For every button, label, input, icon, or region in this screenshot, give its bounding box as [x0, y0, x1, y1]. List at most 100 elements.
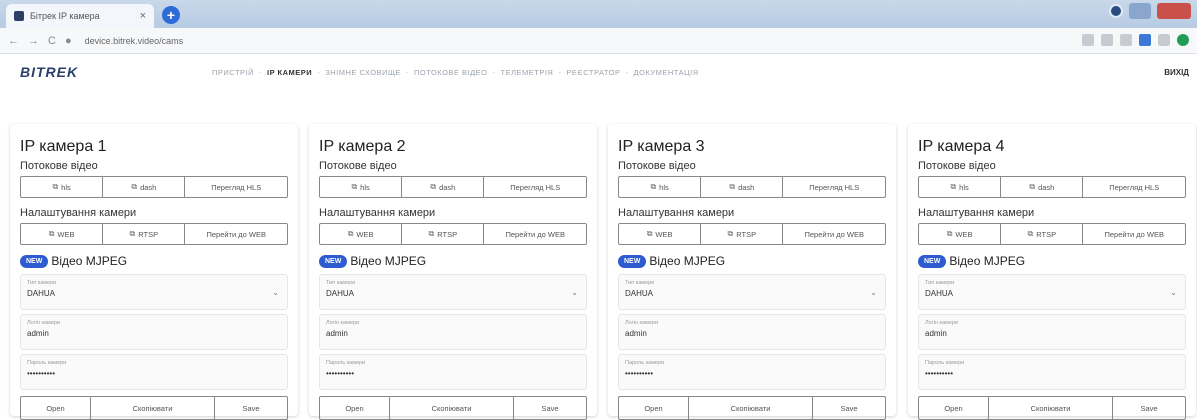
nav-item[interactable]: ТЕЛЕМЕТРІЯ — [501, 68, 554, 77]
nav-separator: - — [259, 68, 263, 77]
stream-button-group: ⧉ hls ⧉ dash Перегляд HLS — [319, 176, 587, 198]
copy-button[interactable]: Скопіювати — [689, 397, 813, 419]
camera-password-label: Пароль камери — [27, 360, 67, 366]
profile-icon[interactable] — [1109, 4, 1123, 18]
view-hls-button[interactable]: Перегляд HLS — [1083, 177, 1185, 197]
web-button[interactable]: ⧉ WEB — [919, 224, 1002, 244]
camera-login-label: Логін камери — [27, 320, 61, 326]
camera-title: IP камера 3 — [618, 138, 705, 155]
view-hls-button[interactable]: Перегляд HLS — [484, 177, 586, 197]
action-button-group: Open Скопіювати Save — [20, 396, 288, 420]
save-button[interactable]: Save — [514, 397, 586, 419]
camera-type-value: DAHUA — [925, 289, 954, 298]
tab-close-button[interactable]: × — [140, 10, 146, 22]
action-button-group: Open Скопіювати Save — [918, 396, 1186, 420]
link-icon: ⧉ — [129, 229, 136, 238]
nav-item[interactable]: IP КАМЕРИ — [267, 68, 312, 77]
minimize-button[interactable] — [1129, 3, 1151, 19]
nav-item[interactable]: ЗНІМНЕ СХОВИЩЕ — [325, 68, 401, 77]
link-icon: ⧉ — [1027, 229, 1034, 238]
logout-link[interactable]: ВИХІД — [1164, 68, 1189, 77]
forward-button[interactable]: → — [28, 35, 39, 47]
dash-button[interactable]: ⧉ dash — [1001, 177, 1084, 197]
go-to-web-button[interactable]: Перейти до WEB — [783, 224, 885, 244]
mjpeg-title: Відео MJPEG — [350, 254, 427, 268]
web-button[interactable]: ⧉ WEB — [21, 224, 104, 244]
hls-button[interactable]: ⧉ hls — [919, 177, 1002, 197]
nav-item[interactable]: ПОТОКОВЕ ВІДЕО — [414, 68, 488, 77]
save-button[interactable]: Save — [215, 397, 287, 419]
new-badge: NEW — [618, 254, 647, 268]
copy-button[interactable]: Скопіювати — [390, 397, 514, 419]
settings-section-label: Налаштування камери — [20, 207, 137, 219]
camera-type-select[interactable]: Тип камери DAHUA ⌄ — [319, 274, 587, 310]
dash-button[interactable]: ⧉ dash — [103, 177, 186, 197]
go-to-web-button[interactable]: Перейти до WEB — [484, 224, 586, 244]
nav-item[interactable]: ПРИСТРІЙ — [212, 68, 254, 77]
mjpeg-header: NEW Відео MJPEG — [918, 254, 1186, 268]
nav-item[interactable]: РЕЄСТРАТОР — [566, 68, 620, 77]
camera-password-field[interactable]: Пароль камери •••••••••• — [20, 354, 288, 390]
copy-button[interactable]: Скопіювати — [91, 397, 215, 419]
dash-button[interactable]: ⧉ dash — [701, 177, 784, 197]
main-nav: ПРИСТРІЙ - IP КАМЕРИ - ЗНІМНЕ СХОВИЩЕ - ПОТОКО… — [212, 68, 699, 77]
action-button-group: Open Скопіювати Save — [319, 396, 587, 420]
camera-login-value: admin — [27, 329, 49, 338]
camera-password-field[interactable]: Пароль камери •••••••••• — [918, 354, 1186, 390]
open-button[interactable]: Open — [619, 397, 689, 419]
view-hls-button[interactable]: Перегляд HLS — [783, 177, 885, 197]
copy-button[interactable]: Скопіювати — [989, 397, 1113, 419]
camera-password-field[interactable]: Пароль камери •••••••••• — [319, 354, 587, 390]
open-button[interactable]: Open — [320, 397, 390, 419]
camera-type-value: DAHUA — [326, 289, 355, 298]
extension-icon[interactable] — [1139, 34, 1151, 46]
new-badge: NEW — [319, 254, 348, 268]
back-button[interactable]: ← — [8, 35, 19, 47]
puzzle-icon[interactable] — [1158, 34, 1170, 46]
camera-type-select[interactable]: Тип камери DAHUA ⌄ — [20, 274, 288, 310]
web-button[interactable]: ⧉ WEB — [320, 224, 403, 244]
hls-button[interactable]: ⧉ hls — [619, 177, 702, 197]
hls-button[interactable]: ⧉ hls — [21, 177, 104, 197]
link-icon: ⧉ — [428, 229, 435, 238]
dash-button[interactable]: ⧉ dash — [402, 177, 485, 197]
camera-login-field[interactable]: Логін камери admin — [918, 314, 1186, 350]
link-icon: ⧉ — [950, 182, 957, 191]
nav-item[interactable]: ДОКУМЕНТАЦІЯ — [634, 68, 699, 77]
avatar-icon[interactable] — [1177, 34, 1189, 46]
new-tab-button[interactable]: + — [162, 6, 180, 24]
camera-login-field[interactable]: Логін камери admin — [319, 314, 587, 350]
close-window-button[interactable] — [1157, 3, 1191, 19]
save-button[interactable]: Save — [1113, 397, 1185, 419]
open-button[interactable]: Open — [21, 397, 91, 419]
view-hls-button[interactable]: Перегляд HLS — [185, 177, 287, 197]
camera-login-label: Логін камери — [326, 320, 360, 326]
open-button[interactable]: Open — [919, 397, 989, 419]
camera-password-field[interactable]: Пароль камери •••••••••• — [618, 354, 886, 390]
browser-tab[interactable]: Бітрек IP камера × — [6, 4, 154, 28]
rtsp-button[interactable]: ⧉ RTSP — [103, 224, 186, 244]
tab-title: Бітрек IP камера — [30, 11, 100, 21]
web-button[interactable]: ⧉ WEB — [619, 224, 702, 244]
key-icon[interactable] — [1082, 34, 1094, 46]
camera-type-select[interactable]: Тип камери DAHUA ⌄ — [918, 274, 1186, 310]
star-icon[interactable] — [1120, 34, 1132, 46]
camera-login-field[interactable]: Логін камери admin — [618, 314, 886, 350]
rtsp-button[interactable]: ⧉ RTSP — [1001, 224, 1084, 244]
new-badge: NEW — [918, 254, 947, 268]
hls-button[interactable]: ⧉ hls — [320, 177, 403, 197]
logo[interactable]: BITREK — [20, 64, 78, 80]
save-button[interactable]: Save — [813, 397, 885, 419]
camera-type-select[interactable]: Тип камери DAHUA ⌄ — [618, 274, 886, 310]
reload-button[interactable]: C — [48, 35, 56, 47]
go-to-web-button[interactable]: Перейти до WEB — [185, 224, 287, 244]
link-icon: ⧉ — [650, 182, 657, 191]
camera-login-label: Логін камери — [625, 320, 659, 326]
lock-icon: ● — [64, 34, 72, 47]
go-to-web-button[interactable]: Перейти до WEB — [1083, 224, 1185, 244]
translate-icon[interactable] — [1101, 34, 1113, 46]
url-field[interactable]: device.bitrek.video/cams — [85, 36, 184, 46]
rtsp-button[interactable]: ⧉ RTSP — [701, 224, 784, 244]
camera-login-field[interactable]: Логін камери admin — [20, 314, 288, 350]
rtsp-button[interactable]: ⧉ RTSP — [402, 224, 485, 244]
